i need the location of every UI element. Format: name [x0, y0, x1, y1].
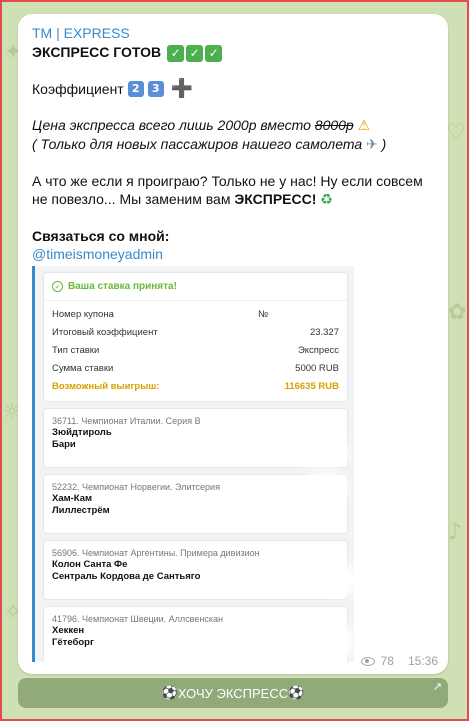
- match-team: Хам-Кам: [52, 493, 93, 504]
- coefficient-label: Коэффициент: [32, 81, 124, 97]
- coupon-details: Номер купона № Итоговый коэффициент 23.3…: [44, 301, 347, 401]
- match-league: 36711. Чемпионат Италии. Серия B: [52, 416, 201, 426]
- match-card: 52232. Чемпионат Норвегии. Элитсерия Хам…: [43, 474, 348, 534]
- row-label: Сумма ставки: [52, 362, 114, 374]
- coefficient-line: Коэффициент 2 3 ➕: [32, 80, 434, 98]
- coupon-row: Номер купона №: [44, 305, 347, 323]
- bet-accepted-text: Ваша ставка принята!: [68, 281, 177, 292]
- check-icons: ✓ ✓ ✓: [167, 42, 224, 62]
- match-team: Зюйдтироль: [52, 427, 112, 438]
- views-icon: [360, 656, 375, 666]
- row-value: 5000 RUB: [295, 362, 339, 374]
- check-icon: ✓: [186, 44, 204, 62]
- message-bubble: TM | EXPRESS ЭКСПРЕСС ГОТОВ ✓ ✓ ✓ Коэффици…: [18, 14, 448, 674]
- coupon-row: Тип ставки Экспресс: [44, 341, 347, 359]
- keycap-2-icon: 2: [127, 81, 144, 97]
- match-league: 56906. Чемпионат Аргентины. Примера диви…: [52, 548, 260, 558]
- guarantee-text-main: А что же если я проиграю? Только не у на…: [32, 173, 423, 207]
- match-league: 41796. Чемпионат Швеции. Аллсвенскан: [52, 614, 223, 624]
- soccer-ball-icon: ⚽: [161, 685, 178, 701]
- row-label: Тип ставки: [52, 344, 100, 356]
- coupon-screenshot[interactable]: ✓ Ваша ставка принята! Номер купона № Ит…: [32, 266, 354, 662]
- message-title: ЭКСПРЕСС ГОТОВ ✓ ✓ ✓: [32, 42, 434, 62]
- plus-icon: ➕: [170, 78, 194, 99]
- guarantee-text-bold: ЭКСПРЕСС!: [234, 191, 317, 207]
- contact-link[interactable]: @timeismoneyadmin: [32, 245, 434, 263]
- match-team: Гётеборг: [52, 637, 94, 648]
- bet-accepted-banner: ✓ Ваша ставка принята!: [44, 273, 347, 301]
- keycap-3-icon: 3: [147, 81, 164, 97]
- match-team: Хеккен: [52, 625, 85, 636]
- row-label: Итоговый коэффициент: [52, 326, 158, 338]
- channel-name[interactable]: TM | EXPRESS: [32, 24, 434, 42]
- match-card: 36711. Чемпионат Италии. Серия B Зюйдтир…: [43, 408, 348, 468]
- coupon-row: Итоговый коэффициент 23.327: [44, 323, 347, 341]
- row-label: Номер купона: [52, 308, 114, 320]
- airplane-icon: ✈: [366, 137, 378, 153]
- match-card: 41796. Чемпионат Швеции. Аллсвенскан Хек…: [43, 606, 348, 662]
- row-value: 116635 RUB: [284, 380, 339, 392]
- check-icon: ✓: [167, 44, 185, 62]
- message-time: 15:36: [407, 654, 438, 668]
- cta-label: ХОЧУ ЭКСПРЕСС: [177, 685, 289, 701]
- external-link-icon: ↗: [432, 680, 442, 693]
- price-note-end: ): [377, 136, 387, 152]
- row-value: Экспресс: [297, 344, 339, 356]
- views-count: 78: [380, 654, 394, 668]
- match-team: Лиллестрём: [52, 505, 110, 516]
- warning-icon: ⚠: [357, 118, 371, 134]
- price-note: ( Только для новых пассажиров нашего сам…: [32, 135, 434, 154]
- message-meta: 78 15:36: [360, 654, 438, 668]
- price-text: Цена экспресса всего лишь 2000р вместо: [32, 117, 315, 133]
- blur-patch: [307, 629, 347, 655]
- blur-patch: [321, 569, 351, 591]
- match-team: Бари: [52, 439, 76, 450]
- check-circle-icon: ✓: [52, 281, 63, 292]
- title-text: ЭКСПРЕСС ГОТОВ: [32, 44, 162, 60]
- match-card: 56906. Чемпионат Аргентины. Примера диви…: [43, 540, 351, 600]
- recycle-icon: ♻: [320, 192, 333, 208]
- match-league: 52232. Чемпионат Норвегии. Элитсерия: [52, 482, 220, 492]
- row-value: 23.327: [309, 326, 339, 338]
- price-line: Цена экспресса всего лишь 2000р вместо 8…: [32, 116, 434, 135]
- check-icon: ✓: [205, 44, 223, 62]
- price-note-text: ( Только для новых пассажиров нашего сам…: [32, 136, 367, 152]
- row-mid: №: [258, 308, 269, 320]
- guarantee-text: А что же если я проиграю? Только не у на…: [32, 172, 434, 209]
- coupon-row-win: Возможный выигрыш: 116635 RUB: [44, 377, 347, 395]
- match-team: Сентраль Кордова де Сантьяго: [52, 571, 201, 582]
- blur-patch: [309, 479, 343, 495]
- soccer-ball-icon: ⚽: [288, 685, 305, 701]
- row-label: Возможный выигрыш:: [52, 380, 160, 392]
- cta-button[interactable]: ⚽ ХОЧУ ЭКСПРЕСС ⚽ ↗: [18, 678, 448, 708]
- match-team: Колон Санта Фе: [52, 559, 128, 570]
- price-old: 8000р: [314, 117, 354, 133]
- coupon-row: Сумма ставки 5000 RUB: [44, 359, 347, 377]
- contact-label: Связаться со мной:: [32, 228, 170, 244]
- coupon-card: ✓ Ваша ставка принята! Номер купона № Ит…: [43, 272, 348, 402]
- blur-patch: [303, 445, 343, 461]
